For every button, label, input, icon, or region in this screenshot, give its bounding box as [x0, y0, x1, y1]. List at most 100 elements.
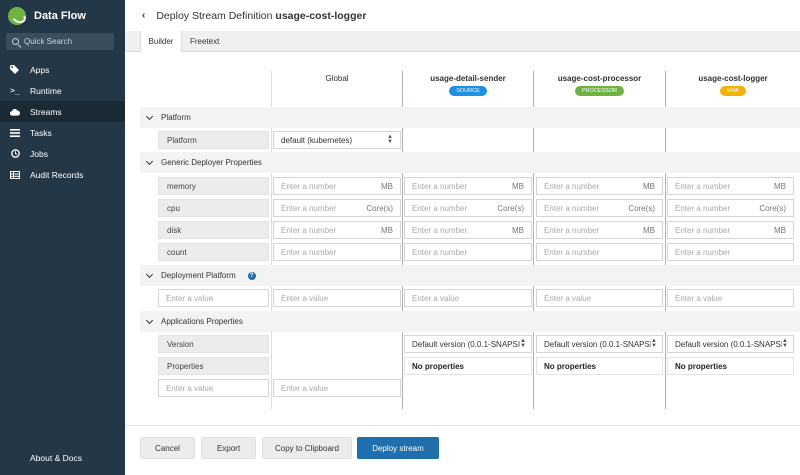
logger-count-input[interactable]: Enter a number [667, 243, 794, 261]
input-placeholder: Enter a value [412, 293, 460, 303]
column-title: usage-detail-sender [430, 74, 506, 83]
unit-label: Core(s) [497, 203, 524, 213]
sender-cpu-input[interactable]: Enter a number Core(s) [404, 199, 532, 217]
unit-label: MB [643, 225, 655, 235]
sender-disk-input[interactable]: Enter a number MB [404, 221, 532, 239]
section-header: Applications Properties [145, 311, 243, 332]
input-placeholder: Enter a value [281, 293, 329, 303]
input-placeholder: Enter a number [544, 203, 600, 213]
cancel-button[interactable]: Cancel [140, 437, 195, 459]
section-platform[interactable]: Platform [140, 107, 800, 128]
global-memory-input[interactable]: Enter a number MB [273, 177, 401, 195]
deploy-stream-button[interactable]: Deploy stream [357, 437, 439, 459]
sink-badge: SINK [719, 86, 747, 96]
input-placeholder: Enter a value [675, 293, 723, 303]
input-placeholder: Enter a value [166, 293, 214, 303]
quick-search[interactable] [6, 33, 114, 50]
row-label-platform: Platform [158, 131, 269, 149]
section-deployment-platform[interactable]: Deployment Platform? [140, 265, 800, 286]
logger-deployment-value-input[interactable]: Enter a value [667, 289, 794, 307]
section-title: Generic Deployer Properties [161, 158, 262, 167]
app-property-key-input[interactable]: Enter a value [158, 379, 269, 397]
logger-cpu-input[interactable]: Enter a number Core(s) [667, 199, 794, 217]
help-icon[interactable]: ? [247, 271, 256, 280]
sidebar-item-runtime[interactable]: >_ Runtime [0, 80, 125, 101]
section-title: Deployment Platform [161, 271, 236, 280]
tab-label: Builder [148, 37, 174, 46]
sender-properties[interactable]: No properties [404, 357, 532, 375]
processor-count-input[interactable]: Enter a number [536, 243, 663, 261]
global-disk-input[interactable]: Enter a number MB [273, 221, 401, 239]
sidebar-item-apps[interactable]: Apps [0, 59, 125, 80]
input-placeholder: Enter a number [675, 247, 731, 257]
platform-select[interactable]: default (kubernetes) ▲ ▼ [273, 131, 401, 149]
tab-builder[interactable]: Builder [140, 31, 182, 52]
input-placeholder: Enter a number [412, 181, 468, 191]
global-deployment-value-input[interactable]: Enter a value [273, 289, 401, 307]
button-label: Deploy stream [372, 443, 424, 453]
sidebar-item-tasks[interactable]: Tasks [0, 122, 125, 143]
section-header: Generic Deployer Properties [145, 152, 262, 173]
global-cpu-input[interactable]: Enter a number Core(s) [273, 199, 401, 217]
sidebar-item-audit-records[interactable]: Audit Records [0, 164, 125, 185]
logger-properties[interactable]: No properties [667, 357, 794, 375]
version-select-value: Default version (0.0.1-SNAPSI [544, 339, 652, 349]
input-placeholder: Enter a value [166, 383, 214, 393]
table-icon [10, 170, 20, 179]
sidebar-item-jobs[interactable]: Jobs [0, 143, 125, 164]
section-generic-deployer[interactable]: Generic Deployer Properties [140, 152, 800, 173]
deployment-property-key-input[interactable]: Enter a value [158, 289, 269, 307]
sidebar-item-label: Tasks [30, 127, 52, 138]
logger-version-select[interactable]: Default version (0.0.1-SNAPSI ▲ ▼ [667, 335, 794, 353]
logger-memory-input[interactable]: Enter a number MB [667, 177, 794, 195]
page-title: Deploy Stream Definition usage-cost-logg… [156, 10, 366, 22]
processor-disk-input[interactable]: Enter a number MB [536, 221, 663, 239]
processor-memory-input[interactable]: Enter a number MB [536, 177, 663, 195]
column-header-usage-detail-sender: usage-detail-sender SOURCE [403, 74, 533, 96]
back-chevron-icon[interactable]: ‹ [142, 10, 145, 21]
input-placeholder: Enter a number [544, 247, 600, 257]
sender-deployment-value-input[interactable]: Enter a value [404, 289, 532, 307]
row-label-cpu: cpu [158, 199, 269, 217]
no-properties-text: No properties [412, 361, 465, 371]
tab-freetext[interactable]: Freetext [190, 31, 230, 52]
tag-icon [10, 65, 20, 74]
unit-label: Core(s) [366, 203, 393, 213]
column-header-global: Global [272, 74, 402, 83]
updown-arrows-icon: ▲ ▼ [520, 338, 526, 349]
global-count-input[interactable]: Enter a number [273, 243, 401, 261]
logger-disk-input[interactable]: Enter a number MB [667, 221, 794, 239]
column-header-usage-cost-processor: usage-cost-processor PROCESSOR [534, 74, 665, 96]
copy-to-clipboard-button[interactable]: Copy to Clipboard [262, 437, 352, 459]
export-button[interactable]: Export [201, 437, 256, 459]
updown-arrows-icon: ▲ ▼ [387, 134, 393, 145]
input-placeholder: Enter a number [675, 225, 731, 235]
chevron-down-icon [145, 270, 154, 278]
sidebar-item-label: Streams [30, 106, 62, 117]
processor-version-select[interactable]: Default version (0.0.1-SNAPSI ▲ ▼ [536, 335, 663, 353]
sidebar-item-label: Jobs [30, 148, 48, 159]
processor-properties[interactable]: No properties [536, 357, 663, 375]
processor-cpu-input[interactable]: Enter a number Core(s) [536, 199, 663, 217]
input-placeholder: Enter a number [412, 203, 468, 213]
sender-version-select[interactable]: Default version (0.0.1-SNAPSI ▲ ▼ [404, 335, 532, 353]
no-properties-text: No properties [675, 361, 728, 371]
no-properties-text: No properties [544, 361, 597, 371]
about-label: About & Docs [30, 453, 82, 463]
brand[interactable]: Data Flow [8, 6, 86, 26]
sender-count-input[interactable]: Enter a number [404, 243, 532, 261]
processor-deployment-value-input[interactable]: Enter a value [536, 289, 663, 307]
sidebar-item-label: Apps [30, 64, 50, 75]
section-applications-properties[interactable]: Applications Properties [140, 311, 800, 332]
sidebar-item-label: Audit Records [30, 169, 84, 180]
source-badge: SOURCE [449, 86, 487, 96]
row-label-memory: memory [158, 177, 269, 195]
about-docs-link[interactable]: About & Docs [0, 449, 125, 467]
search-input[interactable] [24, 37, 104, 46]
title-prefix: Deploy Stream Definition [156, 9, 273, 22]
global-app-property-value-input[interactable]: Enter a value [273, 379, 401, 397]
section-header: Platform [145, 107, 191, 128]
row-label-count: count [158, 243, 269, 261]
sidebar-item-streams[interactable]: Streams [0, 101, 125, 122]
sender-memory-input[interactable]: Enter a number MB [404, 177, 532, 195]
